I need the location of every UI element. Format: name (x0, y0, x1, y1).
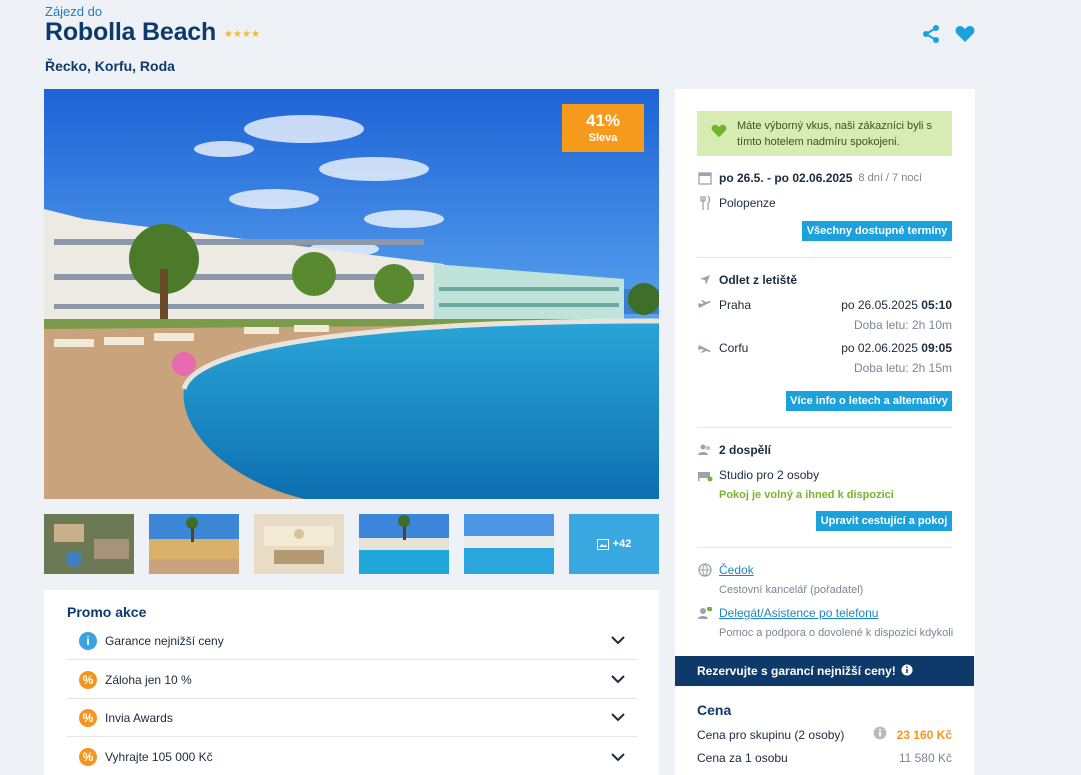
chevron-down-icon (611, 752, 625, 761)
person-price-row: Cena za 1 osobu 11 580 Kč (697, 751, 952, 765)
outbound-flight-time: Doba letu: 2h 10m (853, 318, 952, 332)
flight-info-button[interactable]: Více info o letech a alternativy (786, 391, 952, 411)
thumbnail-1[interactable] (44, 514, 134, 574)
room-type: Studio pro 2 osoby (719, 468, 820, 482)
satisfaction-text: Máte výborný vkus, naši zákazníci byli s… (737, 119, 933, 148)
discount-label: Sleva (588, 132, 618, 144)
bed-icon (697, 468, 713, 482)
trip-dates: po 26.5. - po 02.06.2025 (719, 171, 853, 185)
group-price-label: Cena pro skupinu (2 osoby) (697, 727, 845, 742)
more-photos-count: +42 (612, 538, 632, 550)
inbound-time: 09:05 (921, 341, 952, 355)
promo-item-label: Invia Awards (105, 710, 173, 725)
booking-panel: Máte výborný vkus, naši zákazníci byli s… (675, 89, 975, 656)
delegate-description: Pomoc a podpora o dovolené k dispozici k… (719, 627, 954, 639)
promo-item-label: Záloha jen 10 % (105, 672, 192, 687)
percent-icon: % (79, 748, 97, 766)
heart-green-icon (711, 124, 727, 143)
discount-badge: 41% Sleva (562, 104, 644, 152)
group-price-value: 23 160 Kč (896, 727, 952, 742)
hotel-location: Řecko, Korfu, Roda (45, 58, 175, 74)
gallery-icon (596, 538, 609, 550)
agency-description: Cestovní kancelář (pořadatel) (719, 584, 864, 596)
thumbnail-4[interactable] (359, 514, 449, 574)
board-row: Polopenze (697, 196, 776, 210)
header-actions (921, 24, 975, 44)
promo-item[interactable]: % Záloha jen 10 % (67, 661, 637, 699)
inbound-date: po 02.06.2025 (841, 341, 918, 355)
travellers-count: 2 dospělí (719, 443, 772, 457)
agency-row: Čedok (697, 563, 754, 577)
delegate-row: Delegát/Asistence po telefonu (697, 606, 878, 620)
outbound-date: po 26.05.2025 (841, 298, 918, 312)
promo-title: Promo akce (67, 604, 147, 620)
percent-icon: % (79, 708, 97, 727)
divider (697, 427, 952, 428)
promo-item-label: Vyhrajte 105 000 Kč (105, 750, 213, 764)
promo-item-label: Garance nejnižší ceny (105, 633, 224, 648)
dates-row: po 26.5. - po 02.06.2025 8 dní / 7 nocí (697, 171, 922, 185)
promo-item[interactable]: i Garance nejnižší ceny (67, 622, 637, 660)
divider (697, 257, 952, 258)
outbound-flight-row: Praha (697, 298, 751, 312)
board-type: Polopenze (719, 196, 776, 210)
satisfaction-box: Máte výborný vkus, naši zákazníci byli s… (697, 111, 952, 156)
departure-title: Odlet z letiště (719, 273, 798, 287)
chevron-down-icon (611, 713, 625, 722)
percent-icon: % (79, 670, 97, 689)
promo-section: Promo akce i Garance nejnižší ceny % Zál… (44, 590, 659, 775)
room-row: Studio pro 2 osoby (697, 468, 819, 482)
delegate-link[interactable]: Delegát/Asistence po telefonu (719, 606, 878, 620)
chevron-down-icon (611, 675, 625, 684)
price-box: Cena Cena pro skupinu (2 osoby) 23 160 K… (675, 686, 974, 775)
person-price-value: 11 580 Kč (898, 751, 952, 765)
price-title: Cena (697, 702, 732, 718)
agency-link[interactable]: Čedok (719, 563, 754, 577)
promo-item[interactable]: % Vyhrajte 105 000 Kč (67, 738, 637, 775)
plane-takeoff-icon (697, 299, 713, 311)
page: Zájezd do Robolla Beach ★★★★ Řecko, Korf… (0, 0, 1081, 775)
calendar-icon (697, 171, 713, 185)
navigation-arrow-icon (697, 274, 713, 286)
thumbnail-5[interactable] (464, 514, 554, 574)
kicker-text: Zájezd do (45, 4, 103, 19)
travellers-row: 2 dospělí (697, 443, 771, 457)
group-price-row: Cena pro skupinu (2 osoby) 23 160 Kč (697, 726, 952, 743)
more-photos-button[interactable]: +42 (569, 514, 659, 574)
info-icon[interactable] (873, 726, 887, 743)
trip-duration: 8 dní / 7 nocí (858, 172, 923, 184)
reserve-guarantee-text: Rezervujte s garancí nejnižší ceny! (697, 664, 896, 678)
thumbnail-2[interactable] (149, 514, 239, 574)
globe-icon (697, 563, 713, 577)
plane-landing-icon (697, 342, 713, 354)
departure-title-row: Odlet z letiště (697, 273, 797, 287)
room-availability: Pokoj je volný a ihned k dispozici (719, 489, 894, 501)
discount-percent: 41% (585, 111, 621, 130)
info-icon[interactable] (901, 664, 913, 679)
outbound-city: Praha (719, 298, 752, 312)
chevron-down-icon (611, 636, 625, 645)
title-row: Robolla Beach ★★★★ (45, 18, 260, 47)
share-icon[interactable] (921, 24, 941, 44)
outbound-datetime: po 26.05.2025 05:10 (841, 298, 952, 312)
inbound-city: Corfu (719, 341, 749, 355)
thumbnail-3[interactable] (254, 514, 344, 574)
all-dates-button[interactable]: Všechny dostupné termíny (802, 221, 952, 241)
person-price-label: Cena za 1 osobu (697, 751, 788, 765)
cutlery-icon (697, 196, 713, 210)
reserve-guarantee-bar: Rezervujte s garancí nejnižší ceny! (675, 656, 974, 686)
inbound-datetime: po 02.06.2025 09:05 (841, 341, 952, 355)
info-icon: i (79, 631, 97, 650)
outbound-time: 05:10 (921, 298, 952, 312)
star-rating: ★★★★ (224, 29, 260, 40)
edit-travellers-button[interactable]: Upravit cestující a pokoj (816, 511, 952, 531)
inbound-flight-time: Doba letu: 2h 15m (853, 361, 952, 375)
inbound-flight-row: Corfu (697, 341, 748, 355)
support-icon (697, 606, 713, 620)
heart-icon[interactable] (955, 25, 975, 43)
hotel-title: Robolla Beach (45, 18, 217, 46)
people-icon (697, 444, 713, 456)
divider (697, 547, 952, 548)
promo-item[interactable]: % Invia Awards (67, 699, 637, 737)
